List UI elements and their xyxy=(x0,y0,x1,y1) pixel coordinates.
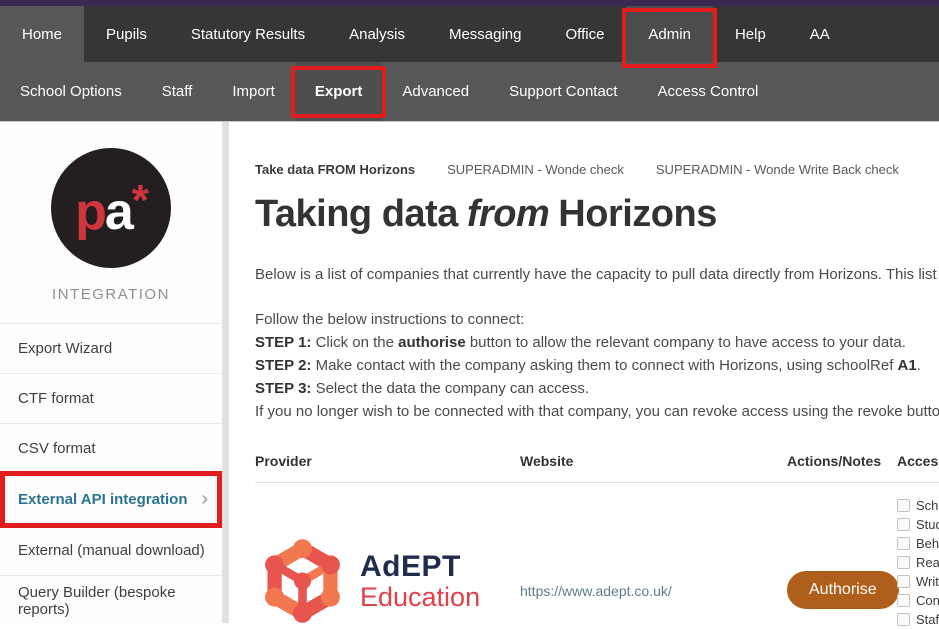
intro-paragraph: Below is a list of companies that curren… xyxy=(255,266,939,283)
subnav-staff[interactable]: Staff xyxy=(142,62,213,121)
access-option-row[interactable]: Scho xyxy=(897,496,939,515)
tab-superadmin-wonde-check[interactable]: SUPERADMIN - Wonde check xyxy=(447,162,624,177)
subnav-access-control[interactable]: Access Control xyxy=(637,62,778,121)
sidebar-menu: Export Wizard CTF format CSV format Exte… xyxy=(0,323,222,625)
instruction-step-1: STEP 1: Click on the authorise button to… xyxy=(255,334,906,351)
subnav-export-label: Export xyxy=(314,83,363,100)
column-header-access: Access xyxy=(897,453,939,469)
tab-take-data-from-horizons[interactable]: Take data FROM Horizons xyxy=(255,162,415,177)
website-link[interactable]: https://www.adept.co.uk/ xyxy=(520,583,672,599)
access-option-row[interactable]: Cont xyxy=(897,591,939,610)
access-option-row[interactable]: Write xyxy=(897,572,939,591)
instructions-lead: Follow the below instructions to connect… xyxy=(255,311,525,328)
access-option-row[interactable]: Beha xyxy=(897,534,939,553)
actions-cell: Authorise xyxy=(787,571,899,609)
chevron-right-icon: › xyxy=(201,488,208,510)
subnav-advanced[interactable]: Advanced xyxy=(382,62,489,121)
sidebar-item-csv-format[interactable]: CSV format xyxy=(0,423,222,473)
provider-name: AdEPT xyxy=(360,549,461,583)
checkbox-icon[interactable] xyxy=(897,575,910,588)
access-cell: Scho Stud Beha Read Write Cont Staf xyxy=(897,496,939,629)
nav-home[interactable]: Home xyxy=(0,6,85,62)
integration-sidebar: pa* INTEGRATION Export Wizard CTF format… xyxy=(0,122,222,623)
sidebar-item-label: External API integration xyxy=(18,491,188,508)
sidebar-item-export-wizard[interactable]: Export Wizard xyxy=(0,323,222,373)
subnav-support-contact[interactable]: Support Contact xyxy=(489,62,637,121)
sidebar-item-ctf-format[interactable]: CTF format xyxy=(0,373,222,423)
instruction-step-3: STEP 3: Select the data the company can … xyxy=(255,380,590,397)
checkbox-icon[interactable] xyxy=(897,556,910,569)
provider-brand-text: AdEPT Education xyxy=(360,549,481,612)
column-header-provider: Provider xyxy=(255,453,312,469)
instruction-step-2: STEP 2: Make contact with the company as… xyxy=(255,357,921,374)
nav-admin[interactable]: Admin xyxy=(622,6,717,68)
pa-logo-text: pa* xyxy=(75,175,149,241)
table-header-row: Provider Website Actions/Notes Access xyxy=(255,453,939,483)
nav-help[interactable]: Help xyxy=(713,6,788,62)
nav-pupils[interactable]: Pupils xyxy=(84,6,169,62)
main-content: Take data FROM Horizons SUPERADMIN - Won… xyxy=(229,122,939,627)
access-option-row[interactable]: Read xyxy=(897,553,939,572)
admin-sub-navigation: School Options Staff Import Export Advan… xyxy=(0,62,939,122)
checkbox-icon[interactable] xyxy=(897,499,910,512)
instructions-footer: If you no longer wish to be connected wi… xyxy=(255,403,939,420)
page-body: pa* INTEGRATION Export Wizard CTF format… xyxy=(0,122,939,627)
pa-logo: pa* xyxy=(51,148,171,268)
sidebar-item-external-api-integration[interactable]: External API integration › xyxy=(0,471,222,528)
page-title-italic: from xyxy=(466,193,550,235)
sidebar-item-external-manual-download[interactable]: External (manual download) xyxy=(0,525,222,575)
page-title: Taking data from Horizons xyxy=(255,193,717,235)
table-row: AdEPT Education https://www.adept.co.uk/… xyxy=(255,483,939,629)
nav-admin-label: Admin xyxy=(648,25,691,43)
sidebar-item-query-builder[interactable]: Query Builder (bespoke reports) xyxy=(0,575,222,625)
sidebar-divider xyxy=(222,122,229,623)
nav-statutory-results[interactable]: Statutory Results xyxy=(169,6,327,62)
access-option-row[interactable]: Staf xyxy=(897,610,939,629)
page-tabs: Take data FROM Horizons SUPERADMIN - Won… xyxy=(255,162,939,177)
subnav-school-options[interactable]: School Options xyxy=(0,62,142,121)
tab-superadmin-wonde-write-back-check[interactable]: SUPERADMIN - Wonde Write Back check xyxy=(656,162,899,177)
access-option-row[interactable]: Stud xyxy=(897,515,939,534)
checkbox-icon[interactable] xyxy=(897,594,910,607)
website-cell: https://www.adept.co.uk/ xyxy=(520,583,787,599)
providers-table: Provider Website Actions/Notes Access xyxy=(255,453,939,629)
authorise-button[interactable]: Authorise xyxy=(787,571,899,609)
checkbox-icon[interactable] xyxy=(897,613,910,626)
subnav-import[interactable]: Import xyxy=(212,62,295,121)
instructions-block: Follow the below instructions to connect… xyxy=(255,308,939,423)
checkbox-icon[interactable] xyxy=(897,537,910,550)
nav-messaging[interactable]: Messaging xyxy=(427,6,544,62)
provider-cell: AdEPT Education xyxy=(255,535,520,627)
sidebar-section-label: INTEGRATION xyxy=(52,286,170,303)
checkbox-icon[interactable] xyxy=(897,518,910,531)
subnav-export[interactable]: Export xyxy=(290,62,387,121)
provider-subname: Education xyxy=(360,581,481,612)
nav-analysis[interactable]: Analysis xyxy=(327,6,427,62)
adept-logo-icon xyxy=(265,539,340,623)
nav-user-initials[interactable]: AA xyxy=(788,6,852,62)
column-header-actions-notes: Actions/Notes xyxy=(787,453,882,469)
column-header-website: Website xyxy=(520,453,574,469)
top-navigation: Home Pupils Statutory Results Analysis M… xyxy=(0,6,939,68)
nav-office[interactable]: Office xyxy=(544,6,627,62)
